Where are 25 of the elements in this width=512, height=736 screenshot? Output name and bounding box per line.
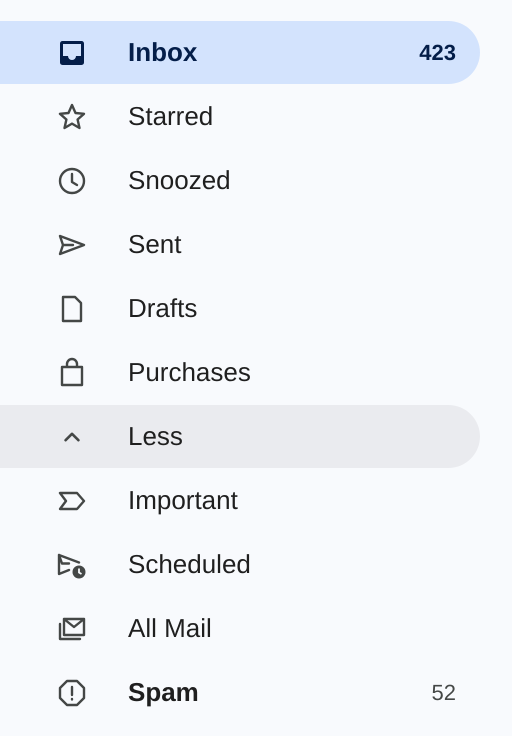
- nav-item[interactable]: Starred: [0, 85, 480, 148]
- nav-item[interactable]: Scheduled: [0, 533, 480, 596]
- nav-label: Scheduled: [128, 549, 252, 580]
- nav-item[interactable]: Sent: [0, 213, 480, 276]
- caret-up-icon: [64, 432, 80, 442]
- unread-count: 423: [419, 40, 456, 66]
- nav-label: Inbox: [128, 37, 198, 68]
- nav-item[interactable]: Important: [0, 469, 480, 532]
- nav-item[interactable]: Less: [0, 405, 480, 468]
- nav-label: All Mail: [128, 613, 213, 644]
- nav-label: Less: [128, 421, 184, 452]
- nav-item[interactable]: Drafts: [0, 277, 480, 340]
- nav-item[interactable]: Inbox 423: [0, 21, 480, 84]
- unread-count: 52: [432, 680, 456, 706]
- nav-item[interactable]: All Mail: [0, 597, 480, 660]
- nav-label: Snoozed: [128, 165, 232, 196]
- nav-label: Purchases: [128, 357, 252, 388]
- nav-label: Important: [128, 485, 239, 516]
- nav-label: Starred: [128, 101, 214, 132]
- nav-label: Drafts: [128, 293, 198, 324]
- nav-label: Sent: [128, 229, 182, 260]
- nav-item[interactable]: Snoozed: [0, 149, 480, 212]
- nav-label: Spam: [128, 677, 200, 708]
- nav-item[interactable]: Spam 52: [0, 661, 480, 724]
- nav-item[interactable]: Purchases: [0, 341, 480, 404]
